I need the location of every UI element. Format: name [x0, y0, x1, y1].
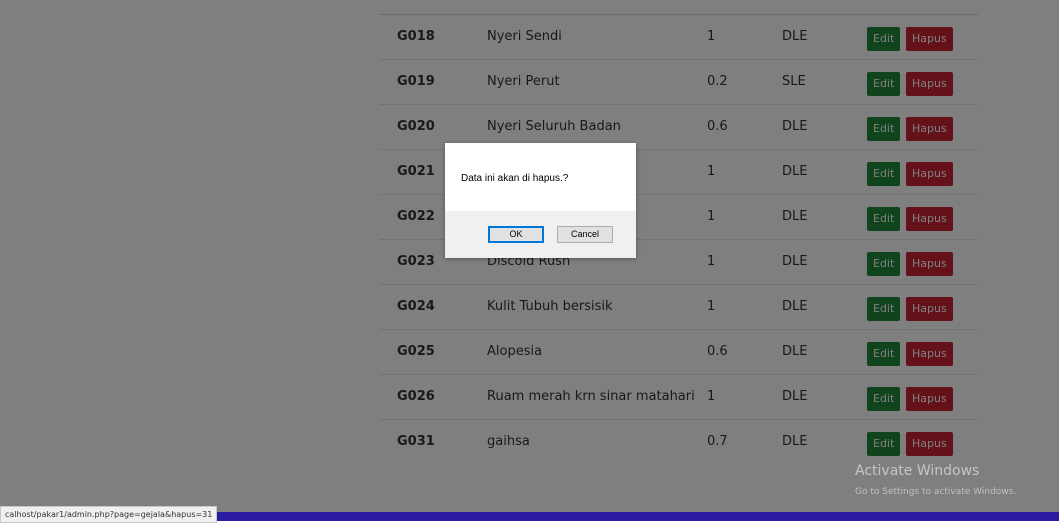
activate-windows-title: Activate Windows: [855, 463, 980, 479]
activate-windows-subtitle: Go to Settings to activate Windows.: [855, 487, 1017, 497]
cancel-button[interactable]: Cancel: [557, 226, 613, 243]
dialog-message-area: Data ini akan di hapus.?: [445, 143, 636, 211]
ok-button[interactable]: OK: [488, 226, 544, 243]
confirm-dialog: Data ini akan di hapus.? OK Cancel: [445, 143, 636, 258]
status-url: calhost/pakar1/admin.php?page=gejala&hap…: [0, 506, 218, 523]
dialog-message: Data ini akan di hapus.?: [461, 173, 569, 184]
